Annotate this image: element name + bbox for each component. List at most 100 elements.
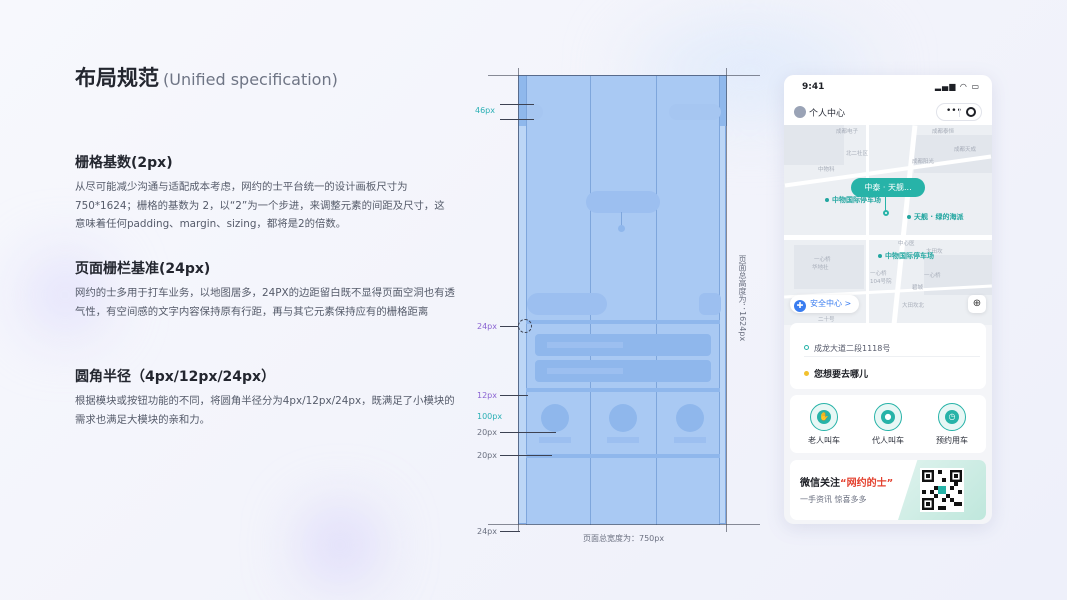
status-icons: ▂▄▆ ◠ ▭	[935, 82, 980, 91]
map-label: 中物科	[818, 167, 835, 173]
safety-center-label: 安全中心 >	[810, 299, 852, 308]
section-page-gutter: 页面栅栏基准(24px) 网约的士多用于打车业务，以地图居多，24PX的边距留白…	[75, 258, 455, 321]
destination-placeholder: 您想要去哪儿	[814, 370, 869, 380]
address-card: 成龙大道二段1118号 您想要去哪儿	[790, 323, 986, 389]
wireframe-icon	[676, 404, 704, 432]
section-body: 网约的士多用于打车业务，以地图居多，24PX的边距留白既不显得页面空洞也有透气性…	[75, 287, 455, 318]
map-label: 一心桥	[924, 273, 941, 279]
annotation-12px: 12px	[477, 391, 497, 400]
total-height-label: 页面总高度为：1624px	[738, 255, 747, 342]
status-bar: 9:41 ▂▄▆ ◠ ▭	[784, 75, 992, 99]
annotation-46px: 46px	[475, 106, 495, 115]
service-proxy-call[interactable]: ● 代人叫车	[856, 403, 920, 446]
avatar[interactable]	[794, 106, 806, 118]
map-view[interactable]: 成都电子 北二社区 成都泰恒 成都阳光 成都天成 中物科 一心桥 华地社 一心桥…	[784, 125, 992, 325]
wireframe-divider	[526, 320, 720, 324]
wireframe-safety-pill	[527, 293, 607, 315]
banner-title-prefix: 微信关注	[800, 478, 840, 489]
crosshair-icon: ⊕	[972, 298, 982, 309]
map-label: 一心桥	[870, 271, 887, 277]
hand-icon: ✋	[810, 403, 838, 431]
service-card: ✋ 老人叫车 ● 代人叫车 ◷ 预约用车	[790, 395, 986, 453]
map-label: 二十号	[818, 317, 835, 323]
section-heading: 栅格基数(2px)	[75, 155, 173, 171]
annotation-20px: 20px	[477, 428, 497, 437]
poi-label[interactable]: 天舰 · 绿的海派	[914, 212, 964, 222]
wireframe-label	[674, 437, 706, 443]
personal-center-link[interactable]: 个人中心	[809, 106, 845, 119]
guide-line	[488, 524, 760, 525]
map-label: 成都阳光	[912, 159, 935, 165]
wechat-follow-banner[interactable]: 微信关注“网约的士” 一手资讯 惊喜多多	[790, 460, 986, 520]
bg-blob	[300, 505, 380, 585]
poi-marker	[907, 215, 911, 219]
map-label: 北二社区	[846, 151, 869, 157]
annotation-100px: 100px	[477, 412, 503, 421]
map-block	[784, 125, 844, 165]
pickup-dot-icon	[804, 345, 809, 350]
section-heading: 圆角半径（4px/12px/24px）	[75, 369, 276, 385]
page-title: 布局规范 (Unified specification)	[75, 62, 338, 92]
annotation-24px-bottom: 24px	[477, 527, 497, 536]
locate-button[interactable]: ⊕	[968, 295, 986, 313]
map-label: 碧城	[912, 285, 924, 291]
service-elder-call[interactable]: ✋ 老人叫车	[792, 403, 856, 446]
person-icon: ●	[874, 403, 902, 431]
annotation-line	[500, 104, 534, 105]
target-icon[interactable]	[966, 107, 976, 117]
carousel-indicator	[882, 513, 902, 516]
location-pin-icon	[883, 210, 889, 216]
wireframe-text	[547, 342, 623, 348]
wireframe-icon	[541, 404, 569, 432]
wireframe-text	[547, 368, 623, 374]
section-body: 根据模块或按钮功能的不同，将圆角半径分为4px/12px/24px，既满足了小模…	[75, 395, 455, 426]
service-label: 老人叫车	[808, 436, 840, 445]
annotation-line	[500, 119, 534, 120]
page-title-sub: (Unified specification)	[163, 70, 338, 89]
annotation-line	[500, 455, 552, 456]
wireframe-label	[539, 437, 571, 443]
battery-icon: ▭	[971, 82, 980, 91]
total-width-label: 页面总宽度为：750px	[583, 534, 665, 543]
banner-title-quoted: “网约的士”	[840, 478, 894, 489]
capsule-divider	[959, 108, 960, 117]
wireframe-divider	[526, 454, 720, 458]
poi-marker	[878, 254, 882, 258]
wireframe-avatar	[527, 104, 543, 120]
annotation-line	[500, 432, 556, 433]
corner-radius-marker	[518, 319, 532, 333]
safety-center-button[interactable]: ✚ 安全中心 >	[790, 295, 860, 313]
page-title-main: 布局规范	[75, 66, 159, 90]
annotation-24px: 24px	[477, 322, 497, 331]
signal-icon: ▂▄▆	[934, 82, 957, 91]
pickup-address[interactable]: 成龙大道二段1118号	[804, 343, 890, 354]
shield-icon: ✚	[794, 300, 806, 312]
guide-line	[726, 68, 727, 532]
status-time: 9:41	[802, 82, 825, 92]
service-label: 预约用车	[936, 436, 968, 445]
section-corner-radius: 圆角半径（4px/12px/24px） 根据模块或按钮功能的不同，将圆角半径分为…	[75, 366, 455, 429]
guide-line	[488, 75, 760, 76]
wireframe-bubble	[586, 191, 660, 213]
map-block	[794, 245, 864, 289]
banner-title: 微信关注“网约的士”	[800, 474, 893, 489]
destination-dot-icon	[804, 371, 809, 376]
wireframe-pin-dot	[618, 225, 625, 232]
guide-line	[518, 68, 519, 532]
wireframe-locate	[699, 293, 721, 315]
section-body: 从尽可能减少沟通与适配成本考虑，网约的士平台统一的设计画板尺寸为750*1624…	[75, 181, 445, 230]
map-road	[891, 125, 918, 325]
divider	[804, 356, 980, 357]
destination-bubble[interactable]: 中泰 · 天舰...	[851, 178, 925, 197]
service-reserve[interactable]: ◷ 预约用车	[920, 403, 984, 446]
section-heading: 页面栅栏基准(24px)	[75, 261, 211, 277]
service-label: 代人叫车	[872, 436, 904, 445]
poi-label[interactable]: 中物国际停车场	[885, 251, 934, 261]
phone-mockup: 9:41 ▂▄▆ ◠ ▭ 个人中心 ••• 成都电子 北二社区 成都泰恒 成都阳…	[784, 75, 992, 524]
wireframe-divider	[526, 388, 720, 392]
destination-input[interactable]: 您想要去哪儿	[804, 367, 868, 380]
qr-code-icon	[920, 468, 964, 512]
annotation-line	[500, 395, 528, 396]
layout-wireframe	[518, 75, 727, 525]
pickup-address-text: 成龙大道二段1118号	[814, 344, 891, 353]
